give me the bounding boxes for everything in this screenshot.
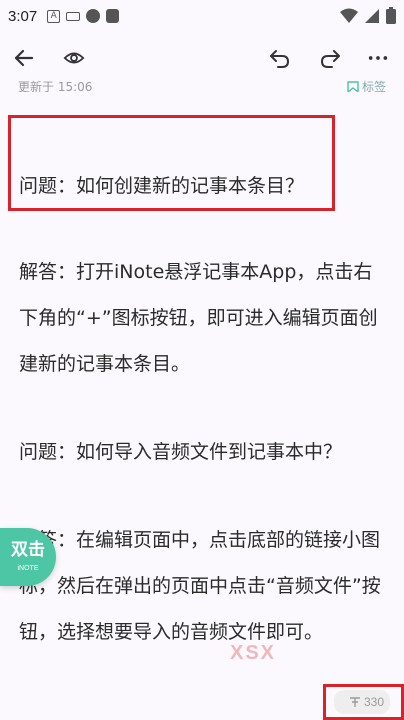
tag-button[interactable]: 标签 (347, 78, 386, 92)
floating-note-bubble[interactable]: 双击 iNOTE (0, 528, 56, 586)
word-count-value: 330 (363, 695, 384, 709)
a-icon: A (47, 9, 61, 23)
fab-label: 双击 (11, 540, 45, 560)
arrow-left-icon (14, 49, 34, 67)
undo-icon (270, 50, 289, 68)
undo-button[interactable] (266, 44, 294, 72)
tag-icon (347, 80, 359, 92)
back-button[interactable] (10, 44, 38, 72)
signal-icon (365, 8, 379, 23)
system-icons (340, 7, 396, 24)
more-button[interactable] (364, 44, 392, 72)
text-count-icon (349, 697, 360, 707)
battery-icon (386, 7, 396, 24)
answer-1: 解答：打开iNote悬浮记事本App，点击右下角的“+”图标按钮，即可进入编辑页… (19, 261, 378, 375)
redo-button[interactable] (316, 44, 344, 72)
word-count-chip[interactable]: 330 (334, 690, 390, 714)
wifi-icon (340, 8, 358, 23)
question-2: 问题：如何导入音频文件到记事本中？ (19, 441, 343, 463)
square-icon (106, 9, 120, 23)
watermark: XSX (230, 642, 277, 664)
fab-brand: iNOTE (17, 565, 39, 572)
more-horizontal-icon (368, 56, 388, 60)
note-meta-row: 更新于 15:06 标签 (18, 74, 386, 92)
preview-button[interactable] (60, 44, 88, 72)
status-bar: 3:07 A (0, 0, 404, 32)
updated-time: 更新于 15:06 (18, 80, 93, 92)
tag-label: 标签 (361, 80, 386, 92)
status-time: 3:07 (8, 7, 38, 25)
answer-2: 解答：在编辑页面中，点击底部的链接小图标，然后在弹出的页面中点击“音频文件”按钮… (19, 529, 381, 643)
highlight-box-question (8, 115, 335, 211)
eye-icon (63, 52, 85, 64)
keyboard-icon (66, 11, 81, 21)
redo-icon (321, 50, 340, 68)
circle-icon (86, 9, 101, 23)
